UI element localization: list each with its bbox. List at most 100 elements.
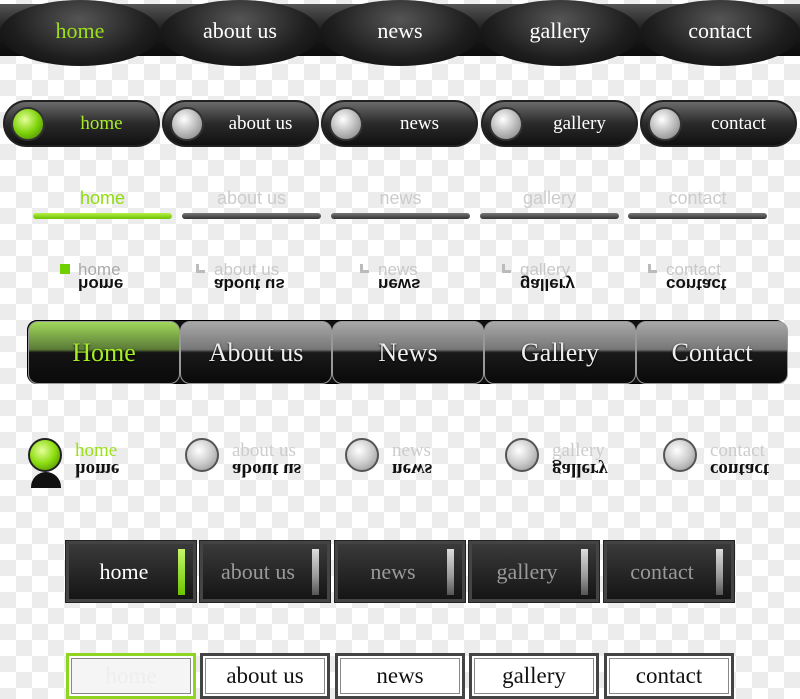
nav4-item-contact[interactable]: contact contact xyxy=(648,261,727,294)
nav2-item-about-us[interactable]: about us xyxy=(162,100,319,147)
nav6-label: home xyxy=(75,440,118,461)
nav7-label: news xyxy=(370,558,416,584)
nav6-reflection: news xyxy=(392,459,433,480)
nav1-item-news[interactable]: news xyxy=(320,0,480,66)
nav3-label: about us xyxy=(216,188,287,208)
radio-ball-icon xyxy=(11,107,45,141)
nav6-item-news[interactable]: news news xyxy=(345,438,433,480)
underline-bar xyxy=(628,213,767,219)
nav8-item-home[interactable]: home xyxy=(66,653,196,699)
nav6-label: contact xyxy=(710,440,765,461)
square-bullet-icon xyxy=(196,264,205,273)
nav8-item-contact[interactable]: contact xyxy=(604,653,734,699)
underline-bar xyxy=(33,213,172,219)
indicator-bar xyxy=(312,549,319,595)
nav3-label: contact xyxy=(668,188,727,208)
nav5-item-gallery[interactable]: Gallery xyxy=(484,321,636,384)
nav-menu-3: home about us news gallery contact xyxy=(0,188,800,228)
nav5-item-contact[interactable]: Contact xyxy=(636,321,788,384)
nav6-item-contact[interactable]: contact contact xyxy=(663,438,770,480)
nav7-label: home xyxy=(99,558,149,584)
nav7-item-about-us[interactable]: about us xyxy=(199,540,331,603)
radio-ball-icon xyxy=(170,107,204,141)
nav2-label: news xyxy=(399,112,440,134)
ball-bullet-icon xyxy=(28,438,62,472)
nav5-item-home[interactable]: Home xyxy=(28,321,180,384)
underline-bar xyxy=(480,213,619,219)
nav3-label: home xyxy=(79,188,126,208)
ball-bullet-icon xyxy=(505,438,539,472)
nav7-label: about us xyxy=(221,558,295,584)
indicator-bar xyxy=(581,549,588,595)
nav7-item-contact[interactable]: contact xyxy=(603,540,735,603)
radio-ball-icon xyxy=(648,107,682,141)
nav6-reflection: home xyxy=(75,459,120,480)
nav1-item-contact[interactable]: contact xyxy=(640,0,800,66)
nav4-item-news[interactable]: news news xyxy=(360,261,421,294)
nav7-label: contact xyxy=(630,558,694,584)
nav1-item-home[interactable]: home xyxy=(0,0,160,66)
nav3-item-news[interactable]: news xyxy=(331,188,470,219)
nav7-item-gallery[interactable]: gallery xyxy=(468,540,600,603)
nav-menu-1: home about us news gallery contact xyxy=(0,0,800,70)
nav3-label: news xyxy=(379,188,422,208)
nav6-reflection: gallery xyxy=(552,459,608,480)
nav4-reflection: gallery xyxy=(520,275,575,294)
nav-menu-5: Home About us News Gallery Contact xyxy=(27,320,788,384)
nav8-item-about-us[interactable]: about us xyxy=(200,653,330,699)
nav7-item-news[interactable]: news xyxy=(334,540,466,603)
nav2-item-contact[interactable]: contact xyxy=(640,100,797,147)
nav-menu-2: home about us news gallery contact xyxy=(0,100,800,148)
nav2-label: home xyxy=(80,112,123,134)
nav6-reflection: about us xyxy=(232,459,302,480)
square-bullet-icon xyxy=(502,264,511,273)
nav8-item-gallery[interactable]: gallery xyxy=(469,653,599,699)
nav1-item-gallery[interactable]: gallery xyxy=(480,0,640,66)
nav2-item-news[interactable]: news xyxy=(321,100,478,147)
nav7-item-home[interactable]: home xyxy=(65,540,197,603)
nav4-reflection: contact xyxy=(666,275,727,294)
nav2-label: about us xyxy=(228,112,293,134)
nav2-label: contact xyxy=(711,112,766,134)
indicator-bar xyxy=(178,549,185,595)
nav6-label: news xyxy=(392,440,432,461)
radio-ball-icon xyxy=(489,107,523,141)
underline-bar xyxy=(182,213,321,219)
nav6-label: about us xyxy=(232,440,296,461)
indicator-bar xyxy=(716,549,723,595)
nav2-item-home[interactable]: home xyxy=(3,100,160,147)
nav6-item-gallery[interactable]: gallery gallery xyxy=(505,438,608,480)
nav4-reflection: news xyxy=(378,275,421,294)
nav5-item-about-us[interactable]: About us xyxy=(180,321,332,384)
nav7-label: gallery xyxy=(496,558,558,584)
nav6-item-home[interactable]: home home xyxy=(28,438,120,488)
square-bullet-icon xyxy=(648,264,657,273)
ball-bullet-icon xyxy=(663,438,697,472)
nav4-item-about-us[interactable]: about us about us xyxy=(196,261,285,294)
nav1-item-about-us[interactable]: about us xyxy=(160,0,320,66)
indicator-bar xyxy=(447,549,454,595)
nav3-item-home[interactable]: home xyxy=(33,188,172,219)
nav2-item-gallery[interactable]: gallery xyxy=(481,100,638,147)
nav2-label: gallery xyxy=(553,112,606,134)
ball-stand-icon xyxy=(31,472,61,488)
nav3-item-about-us[interactable]: about us xyxy=(182,188,321,219)
nav4-item-gallery[interactable]: gallery gallery xyxy=(502,261,575,294)
nav4-item-home[interactable]: home home xyxy=(60,261,124,294)
nav3-item-gallery[interactable]: gallery xyxy=(480,188,619,219)
square-bullet-icon xyxy=(60,264,70,274)
square-bullet-icon xyxy=(360,264,369,273)
nav5-item-news[interactable]: News xyxy=(332,321,484,384)
nav6-item-about-us[interactable]: about us about us xyxy=(185,438,302,480)
nav3-item-contact[interactable]: contact xyxy=(628,188,767,219)
nav4-reflection: about us xyxy=(214,275,285,294)
nav3-label: gallery xyxy=(522,188,577,208)
nav8-item-news[interactable]: news xyxy=(335,653,465,699)
ball-bullet-icon xyxy=(185,438,219,472)
nav6-label: gallery xyxy=(552,440,605,461)
radio-ball-icon xyxy=(329,107,363,141)
nav6-reflection: contact xyxy=(710,459,770,480)
nav4-reflection: home xyxy=(78,275,124,294)
ball-bullet-icon xyxy=(345,438,379,472)
underline-bar xyxy=(331,213,470,219)
